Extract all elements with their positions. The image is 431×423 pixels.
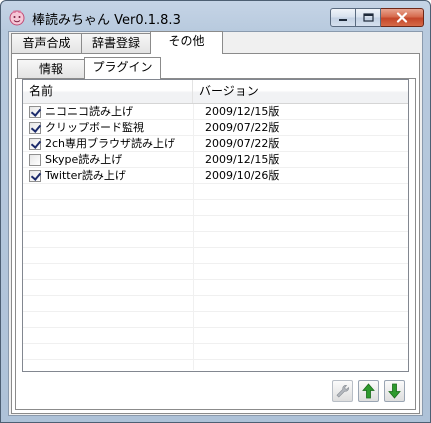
app-icon xyxy=(9,10,25,26)
plugin-name: Skype読み上げ xyxy=(45,153,123,166)
window-title: 棒読みちゃん Ver0.1.8.3 xyxy=(32,13,181,28)
row-gridline xyxy=(23,263,408,264)
tab-panel-plugins: 名前 バージョン ニコニコ読み上げ 2009/12/15版 クリップボード監視 200… xyxy=(15,78,416,410)
plugin-enabled-checkbox[interactable] xyxy=(29,122,41,134)
plugin-version: 2009/07/22版 xyxy=(205,137,280,150)
wrench-icon xyxy=(336,384,349,397)
row-gridline xyxy=(23,327,408,328)
column-header-version[interactable]: バージョン xyxy=(193,80,408,103)
plugin-row[interactable]: Skype読み上げ 2009/12/15版 xyxy=(23,152,408,168)
plugin-name: ニコニコ読み上げ xyxy=(45,105,133,118)
title-bar[interactable]: 棒読みちゃん Ver0.1.8.3 xyxy=(1,1,430,31)
plugin-row[interactable]: Twitter読み上げ 2009/10/26版 xyxy=(23,168,408,184)
close-icon xyxy=(396,12,408,23)
tab-label: 情報 xyxy=(38,62,63,76)
move-up-button[interactable] xyxy=(358,380,379,402)
arrow-down-icon xyxy=(388,383,401,399)
move-down-button[interactable] xyxy=(384,380,405,402)
plugin-name: Twitter読み上げ xyxy=(45,169,126,182)
tab-other[interactable]: その他 xyxy=(150,31,223,54)
tab-panel-other: 情報 プラグイン 名前 バージョン ニコニコ読み上げ 2009/12/15版 クリッ… xyxy=(11,53,420,414)
tab-voice-synthesis[interactable]: 音声合成 xyxy=(11,33,82,54)
maximize-button[interactable] xyxy=(356,8,381,27)
plugin-version: 2009/12/15版 xyxy=(205,105,280,118)
row-gridline xyxy=(23,279,408,280)
plugin-row[interactable]: ニコニコ読み上げ 2009/12/15版 xyxy=(23,104,408,120)
row-gridline xyxy=(23,215,408,216)
row-gridline xyxy=(23,295,408,296)
row-gridline xyxy=(23,343,408,344)
close-button[interactable] xyxy=(381,8,424,27)
row-gridline xyxy=(23,199,408,200)
plugin-list[interactable]: 名前 バージョン ニコニコ読み上げ 2009/12/15版 クリップボード監視 200… xyxy=(22,79,409,372)
list-header: 名前 バージョン xyxy=(23,80,408,104)
row-gridline xyxy=(23,359,408,360)
minimize-icon xyxy=(339,18,347,21)
plugin-settings-button[interactable] xyxy=(332,380,353,402)
row-gridline xyxy=(23,311,408,312)
tab-dictionary[interactable]: 辞書登録 xyxy=(81,33,151,54)
minimize-button[interactable] xyxy=(330,8,356,27)
plugin-row[interactable]: 2ch専用ブラウザ読み上げ 2009/07/22版 xyxy=(23,136,408,152)
tab-info[interactable]: 情報 xyxy=(17,59,85,78)
tab-label: 音声合成 xyxy=(22,36,71,50)
plugin-name: クリップボード監視 xyxy=(45,121,144,134)
plugin-enabled-checkbox[interactable] xyxy=(29,106,41,118)
plugin-enabled-checkbox[interactable] xyxy=(29,138,41,150)
plugin-enabled-checkbox[interactable] xyxy=(29,154,41,166)
plugin-enabled-checkbox[interactable] xyxy=(29,170,41,182)
plugin-row[interactable]: クリップボード監視 2009/07/22版 xyxy=(23,120,408,136)
column-header-name[interactable]: 名前 xyxy=(23,80,193,103)
tab-label: 辞書登録 xyxy=(91,36,140,50)
tab-label: その他 xyxy=(168,34,205,48)
row-gridline xyxy=(23,247,408,248)
row-gridline xyxy=(23,231,408,232)
list-body: ニコニコ読み上げ 2009/12/15版 クリップボード監視 2009/07/22版 2… xyxy=(23,104,408,370)
arrow-up-icon xyxy=(362,383,375,399)
maximize-icon xyxy=(362,13,374,22)
plugin-version: 2009/07/22版 xyxy=(205,121,280,134)
plugin-name: 2ch専用ブラウザ読み上げ xyxy=(45,137,176,150)
plugin-version: 2009/12/15版 xyxy=(205,153,280,166)
plugin-version: 2009/10/26版 xyxy=(205,169,280,182)
app-window: 棒読みちゃん Ver0.1.8.3 音声合成 辞書登録 その他 情報 プラグイン… xyxy=(0,0,431,423)
tab-plugins[interactable]: プラグイン xyxy=(84,57,161,79)
client-area: 音声合成 辞書登録 その他 情報 プラグイン 名前 バージョン ニコニコ読み上げ… xyxy=(8,31,423,416)
tab-label: プラグイン xyxy=(92,60,153,74)
